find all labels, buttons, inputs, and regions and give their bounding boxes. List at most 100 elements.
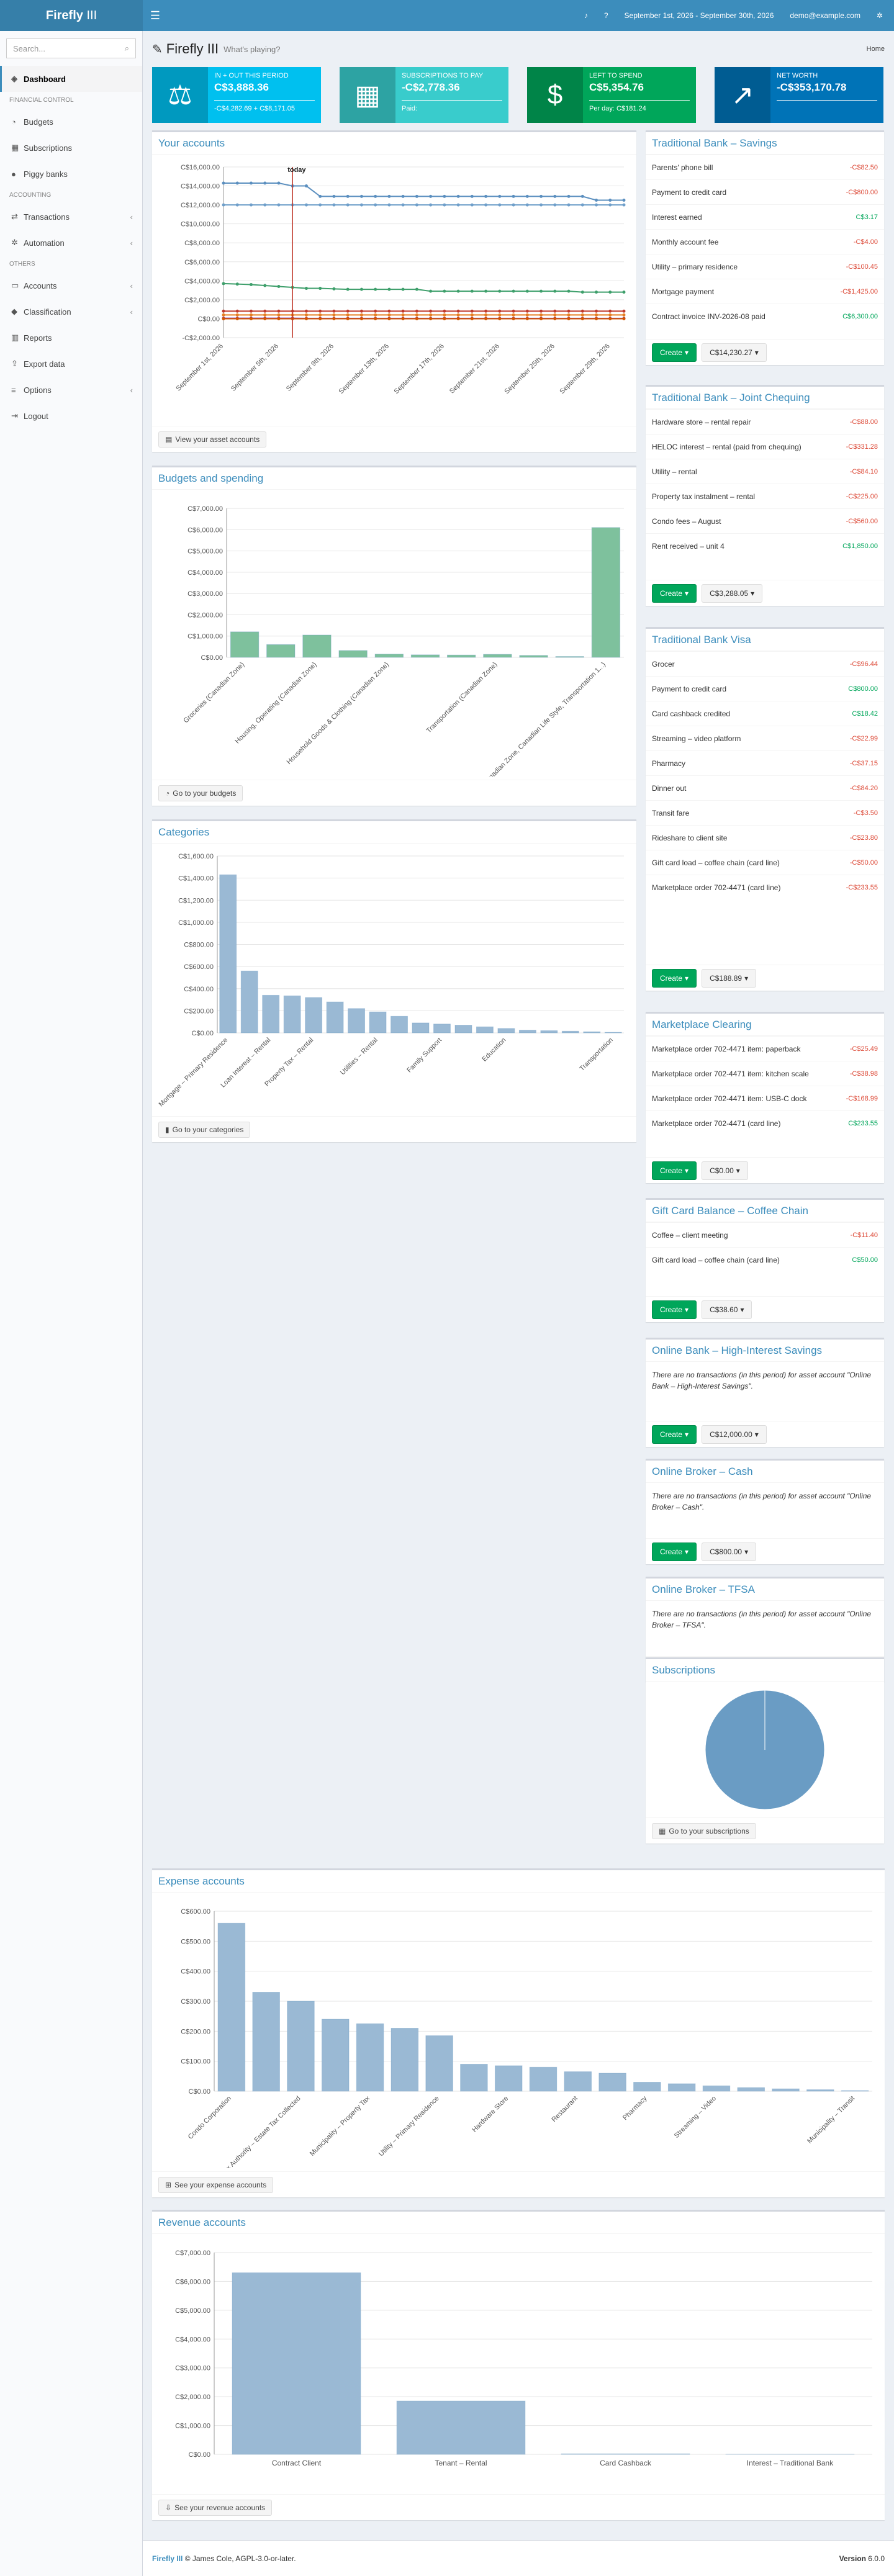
bar[interactable] [591, 527, 621, 658]
create-transaction-button[interactable]: Create▾ [652, 1161, 697, 1180]
data-point[interactable] [595, 290, 598, 294]
data-point[interactable] [512, 203, 515, 207]
data-point[interactable] [415, 317, 418, 320]
data-point[interactable] [235, 317, 239, 320]
data-point[interactable] [595, 198, 598, 202]
transaction-description[interactable]: Marketplace order 702-4471 (card line) [652, 883, 780, 892]
data-point[interactable] [332, 313, 336, 317]
data-point[interactable] [484, 289, 488, 293]
bar[interactable] [633, 2082, 661, 2092]
data-point[interactable] [622, 313, 626, 317]
bell-icon[interactable]: ♪ [584, 11, 588, 20]
data-point[interactable] [387, 287, 391, 291]
data-point[interactable] [484, 313, 488, 317]
bar[interactable] [433, 1024, 451, 1034]
data-point[interactable] [456, 309, 460, 313]
data-point[interactable] [525, 313, 529, 317]
bar[interactable] [425, 2035, 453, 2092]
bar[interactable] [494, 2065, 523, 2092]
data-point[interactable] [263, 203, 267, 207]
data-point[interactable] [318, 203, 322, 207]
data-point[interactable] [484, 203, 488, 207]
transaction-row[interactable]: Grocer -C$96.44 [646, 651, 884, 676]
data-point[interactable] [235, 309, 239, 313]
bar[interactable] [217, 1922, 246, 2092]
data-point[interactable] [359, 287, 363, 291]
transaction-row[interactable]: Utility – primary residence -C$100.45 [646, 254, 884, 279]
data-point[interactable] [540, 289, 543, 293]
data-point[interactable] [249, 317, 253, 320]
transaction-row[interactable]: Payment to credit card C$800.00 [646, 676, 884, 701]
transaction-description[interactable]: Parents' phone bill [652, 163, 713, 172]
bar[interactable] [772, 2088, 800, 2092]
data-point[interactable] [332, 317, 336, 320]
data-point[interactable] [387, 309, 391, 313]
user-menu[interactable]: demo@example.com [790, 11, 860, 20]
transaction-description[interactable]: Payment to credit card [652, 188, 726, 197]
bar[interactable] [219, 874, 237, 1034]
data-point[interactable] [443, 203, 446, 207]
account-balance-dropdown[interactable]: C$188.89 ▾ [702, 968, 757, 988]
data-point[interactable] [540, 309, 543, 313]
data-point[interactable] [235, 282, 239, 286]
data-point[interactable] [401, 309, 405, 313]
search-icon[interactable]: ⌕ [125, 43, 129, 53]
data-point[interactable] [401, 203, 405, 207]
data-point[interactable] [525, 289, 529, 293]
transaction-row[interactable]: Contract invoice INV-2026-08 paid C$6,300… [646, 304, 884, 328]
data-point[interactable] [540, 194, 543, 198]
transaction-description[interactable]: Contract invoice INV-2026-08 paid [652, 312, 765, 321]
data-point[interactable] [359, 203, 363, 207]
bar[interactable] [519, 655, 548, 658]
data-point[interactable] [387, 313, 391, 317]
bar[interactable] [598, 2073, 626, 2092]
transaction-row[interactable]: Payment to credit card -C$800.00 [646, 179, 884, 204]
data-point[interactable] [374, 287, 377, 291]
bar[interactable] [305, 997, 323, 1034]
bar[interactable] [396, 2400, 526, 2455]
data-point[interactable] [374, 203, 377, 207]
data-point[interactable] [622, 203, 626, 207]
data-point[interactable] [235, 181, 239, 185]
data-point[interactable] [498, 313, 502, 317]
transaction-description[interactable]: Dinner out [652, 784, 686, 793]
data-point[interactable] [470, 309, 474, 313]
transaction-row[interactable]: Pharmacy -C$37.15 [646, 750, 884, 775]
transaction-row[interactable]: Interest earned C$3.17 [646, 204, 884, 229]
data-point[interactable] [401, 287, 405, 291]
data-point[interactable] [498, 309, 502, 313]
data-point[interactable] [401, 313, 405, 317]
account-title-link[interactable]: Traditional Bank – Savings [652, 137, 777, 150]
data-point[interactable] [304, 313, 308, 317]
bar[interactable] [338, 650, 368, 658]
data-point[interactable] [222, 282, 225, 286]
data-point[interactable] [249, 309, 253, 313]
data-point[interactable] [401, 317, 405, 320]
bar[interactable] [391, 2028, 419, 2092]
data-point[interactable] [318, 194, 322, 198]
data-point[interactable] [415, 313, 418, 317]
sidebar-item-reports[interactable]: ▥ Reports [0, 325, 142, 351]
account-title-link[interactable]: Online Broker – TFSA [652, 1583, 755, 1596]
search-input[interactable]: Search... [13, 44, 125, 53]
data-point[interactable] [415, 203, 418, 207]
data-point[interactable] [456, 203, 460, 207]
data-point[interactable] [456, 313, 460, 317]
transaction-row[interactable]: Parents' phone bill -C$82.50 [646, 155, 884, 179]
data-point[interactable] [553, 309, 557, 313]
data-point[interactable] [222, 203, 225, 207]
data-point[interactable] [222, 181, 225, 185]
breadcrumb[interactable]: Home [867, 45, 885, 53]
data-point[interactable] [580, 313, 584, 317]
data-point[interactable] [567, 309, 571, 313]
transaction-description[interactable]: Interest earned [652, 213, 702, 222]
data-point[interactable] [525, 194, 529, 198]
transaction-description[interactable]: Pharmacy [652, 759, 685, 768]
data-point[interactable] [580, 203, 584, 207]
data-point[interactable] [595, 317, 598, 320]
bar[interactable] [322, 2019, 350, 2092]
data-point[interactable] [443, 289, 446, 293]
data-point[interactable] [567, 317, 571, 320]
bar[interactable] [460, 2064, 488, 2092]
data-point[interactable] [374, 309, 377, 313]
